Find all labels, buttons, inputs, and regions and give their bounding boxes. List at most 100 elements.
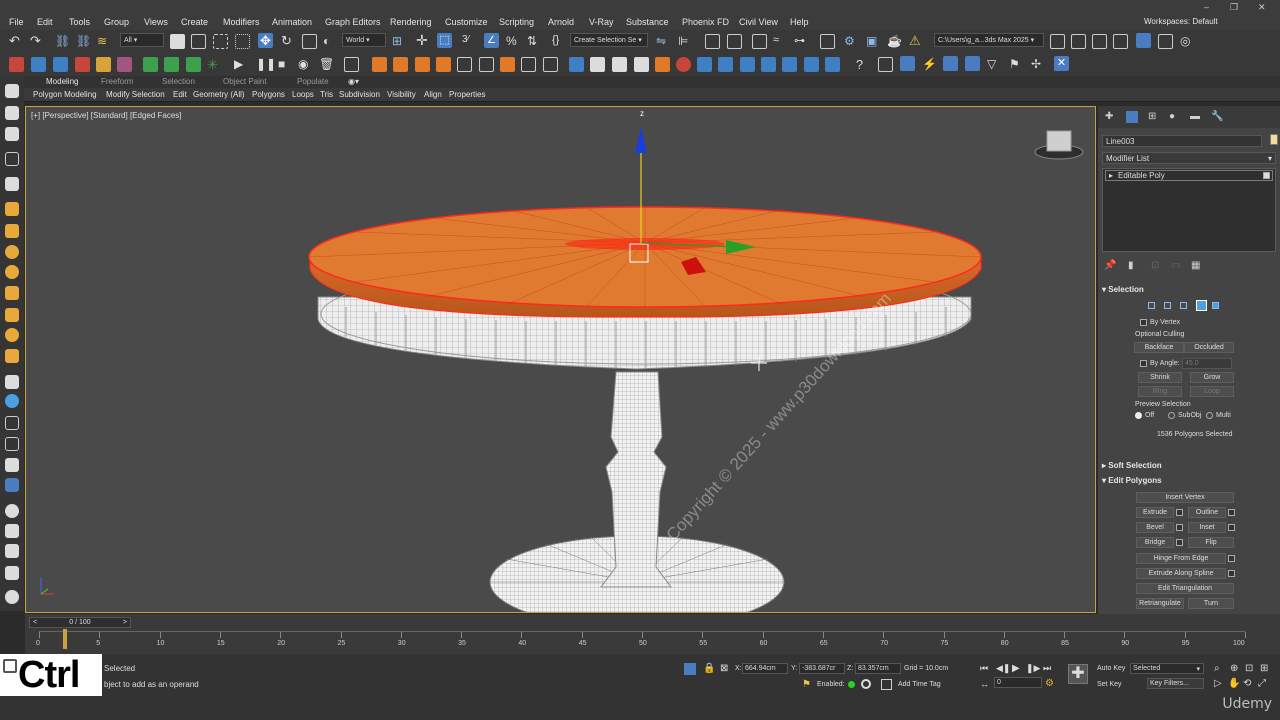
hinge-from-edge-button[interactable]: Hinge From Edge [1136, 553, 1226, 564]
railclone-icon[interactable] [164, 57, 179, 72]
set-key-button[interactable]: Set Key [1097, 681, 1122, 688]
curve-editor-icon[interactable]: ≈ [773, 34, 788, 49]
stack-toggle-icon[interactable] [1263, 172, 1270, 179]
spot-light-icon[interactable] [5, 286, 19, 300]
crosshair-icon[interactable]: ✢ [1031, 57, 1046, 72]
slider-left-icon[interactable]: < [33, 618, 37, 627]
selection-lock-icon[interactable]: 🔒 [703, 663, 715, 674]
new-project-icon[interactable] [1071, 34, 1086, 49]
move-icon[interactable]: ✥ [258, 33, 273, 48]
undo-icon[interactable]: ↶ [9, 34, 24, 49]
ribbon-edit[interactable]: Edit [173, 90, 187, 99]
polygon-mode-icon[interactable] [1196, 300, 1207, 311]
extrude-along-spline-button[interactable]: Extrude Along Spline [1136, 568, 1226, 579]
menu-views[interactable]: Views [144, 17, 168, 27]
trash-icon[interactable]: 🗑 [319, 57, 334, 72]
menu-scripting[interactable]: Scripting [499, 17, 534, 27]
stack-item-editable-poly[interactable]: ▸ Editable Poly [1105, 170, 1273, 181]
forest-icon[interactable] [143, 57, 158, 72]
cup-icon[interactable] [612, 57, 627, 72]
by-angle-field[interactable]: 45.0 [1182, 358, 1232, 369]
grass-icon[interactable] [5, 458, 19, 472]
menu-civil-view[interactable]: Civil View [739, 17, 778, 27]
camera-icon[interactable] [5, 177, 19, 191]
z-coordinate-field[interactable]: 83.357cm [855, 663, 901, 674]
tab-populate[interactable]: Populate [297, 77, 329, 86]
selected-tool-icon[interactable] [5, 478, 19, 492]
isolate-selection-icon[interactable] [684, 663, 696, 675]
percent-snap-icon[interactable]: % [506, 34, 521, 49]
vertex-snap-icon[interactable] [943, 56, 958, 71]
preview-off-radio[interactable] [1135, 412, 1142, 419]
menu-customize[interactable]: Customize [445, 17, 488, 27]
fov-icon[interactable]: ▷ [1214, 678, 1222, 689]
window-crossing-icon[interactable] [235, 34, 250, 49]
xray-icon[interactable]: ✕ [1054, 56, 1069, 71]
element-mode-icon[interactable] [1212, 302, 1219, 309]
viewport-perspective[interactable]: [+] [Perspective] [Standard] [Edged Face… [25, 106, 1096, 613]
workspaces[interactable]: Workspaces: Default [1144, 17, 1218, 26]
current-frame-field[interactable]: 0 [994, 677, 1042, 688]
inset-button[interactable]: Inset [1188, 522, 1226, 533]
selection-rollout-title[interactable]: ▾ Selection [1102, 285, 1144, 294]
soft-selection-rollout-title[interactable]: ▸ Soft Selection [1102, 461, 1162, 470]
rectangular-selection-icon[interactable] [213, 34, 228, 49]
menu-animation[interactable]: Animation [272, 17, 312, 27]
goto-start-icon[interactable]: ⏮ [980, 663, 988, 674]
vray-chaos-icon[interactable] [825, 57, 840, 72]
scene-table-model[interactable]: z [26, 107, 1096, 613]
ribbon-options-icon[interactable]: ◉▾ [348, 77, 359, 86]
phoenix-smoke-icon[interactable] [393, 57, 408, 72]
phoenix-liquid-icon[interactable] [436, 57, 451, 72]
mirror-icon[interactable]: ⇋ [656, 34, 671, 49]
add-time-tag-label[interactable]: Add Time Tag [898, 681, 941, 688]
create-tab-icon[interactable]: ✚ [1105, 111, 1117, 123]
extrude-settings-icon[interactable] [1176, 509, 1183, 516]
prev-frame-icon[interactable]: ◀❚ [996, 663, 1010, 674]
marker-icon[interactable]: ⚑ [1009, 57, 1024, 72]
bevel-button[interactable]: Bevel [1136, 522, 1174, 533]
backface-button[interactable]: Backface [1134, 342, 1184, 353]
ribbon-visibility[interactable]: Visibility [387, 90, 416, 99]
hinge-settings-icon[interactable] [1228, 555, 1235, 562]
set-key-icon[interactable]: ✚ [1068, 664, 1088, 684]
create-object-icon[interactable] [5, 84, 19, 98]
absolute-mode-icon[interactable]: ⊠ [720, 663, 728, 674]
vray-proxy-icon[interactable] [117, 57, 132, 72]
ribbon-modify-selection[interactable]: Modify Selection [106, 90, 165, 99]
warning-icon[interactable]: ⚠ [909, 33, 924, 48]
growfx-icon[interactable]: ✳ [207, 57, 222, 72]
object-color-swatch[interactable] [1270, 134, 1278, 145]
align-icon[interactable]: ⊫ [678, 34, 693, 49]
key-mode-dropdown[interactable]: Selected ▾ [1130, 663, 1204, 674]
make-unique-icon[interactable]: ⊡ [1151, 260, 1163, 272]
turn-button[interactable]: Turn [1188, 598, 1234, 609]
orbit-icon[interactable]: ⟲ [1243, 678, 1251, 689]
ribbon-polygons[interactable]: Polygons [252, 90, 285, 99]
keyboard-shortcut-override-icon[interactable]: ⬚ [437, 33, 452, 48]
pivot-center-icon[interactable]: ⊞ [392, 34, 407, 49]
modify-tab-icon[interactable] [1126, 111, 1138, 123]
y-coordinate-field[interactable]: -383.687cr [799, 663, 845, 674]
paint-icon[interactable] [5, 566, 19, 580]
edge-mode-icon[interactable] [1164, 302, 1171, 309]
list-icon[interactable] [344, 57, 359, 72]
scale-icon[interactable] [302, 34, 317, 49]
select-by-name-icon[interactable] [191, 34, 206, 49]
time-slider[interactable]: <0 / 100 > [29, 617, 131, 628]
vray-wave-icon[interactable] [782, 57, 797, 72]
enabled-indicator[interactable] [848, 681, 855, 688]
preview-subobj-radio[interactable] [1168, 412, 1175, 419]
vray-dome-icon[interactable] [96, 57, 111, 72]
reference-coordinate-dropdown[interactable]: World ▾ [342, 33, 386, 47]
zoom-icon[interactable]: ⌕ [1214, 663, 1220, 674]
vray-vfb-icon[interactable] [697, 57, 712, 72]
vray-lister-icon[interactable] [740, 57, 755, 72]
insert-vertex-button[interactable]: Insert Vertex [1136, 492, 1234, 503]
extrude-spline-settings-icon[interactable] [1228, 570, 1235, 577]
border-mode-icon[interactable] [1180, 302, 1187, 309]
phoenix-emitter-icon[interactable] [500, 57, 515, 72]
edit-named-selection-icon[interactable]: {} [552, 34, 567, 49]
outline-button[interactable]: Outline [1188, 507, 1226, 518]
menu-help[interactable]: Help [790, 17, 809, 27]
